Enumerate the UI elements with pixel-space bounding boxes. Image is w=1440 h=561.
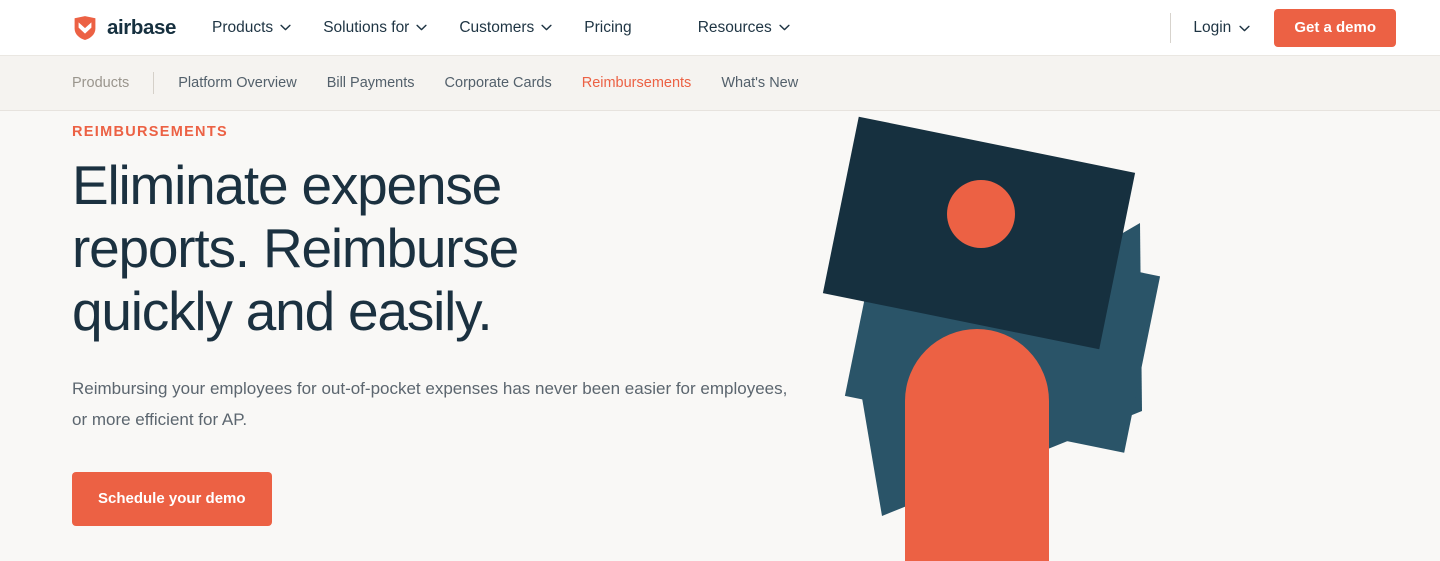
- subnav-link-list: Platform Overview Bill Payments Corporat…: [178, 75, 798, 91]
- nav-item-pricing[interactable]: Pricing: [584, 13, 631, 43]
- hero-subtitle: Reimbursing your employees for out-of-po…: [72, 379, 788, 429]
- subnav-divider: [153, 72, 155, 94]
- top-navigation-bar: airbase Products Solutions for Customers…: [0, 0, 1440, 56]
- nav-item-customers[interactable]: Customers: [459, 13, 552, 43]
- chevron-down-icon: [416, 24, 427, 31]
- nav-item-label: Solutions for: [323, 18, 410, 36]
- subnav-link-platform-overview[interactable]: Platform Overview: [178, 75, 296, 91]
- chevron-down-icon: [779, 24, 790, 31]
- subnav-section-label: Products: [72, 75, 130, 91]
- nav-item-label: Resources: [697, 18, 772, 36]
- orange-arch: [905, 329, 1049, 561]
- brand-name: airbase: [107, 15, 177, 39]
- get-a-demo-button[interactable]: Get a demo: [1274, 9, 1396, 47]
- login-label: Login: [1193, 19, 1232, 36]
- subnav-link-bill-payments[interactable]: Bill Payments: [327, 75, 415, 91]
- nav-item-solutions-for[interactable]: Solutions for: [323, 13, 427, 43]
- nav-item-resources[interactable]: Resources: [698, 13, 790, 43]
- brand-logo-link[interactable]: airbase: [72, 15, 176, 41]
- chevron-down-icon: [280, 24, 291, 31]
- subnav-link-reimbursements[interactable]: Reimbursements: [582, 75, 692, 91]
- primary-nav-list: Products Solutions for Customers Pricing…: [212, 13, 790, 43]
- schedule-your-demo-button[interactable]: Schedule your demo: [72, 472, 272, 526]
- page-title: Eliminate expense reports. Reimburse qui…: [72, 154, 519, 342]
- hero-section: REIMBURSEMENTS Eliminate expense reports…: [0, 111, 1440, 561]
- hero-eyebrow: REIMBURSEMENTS: [72, 124, 228, 140]
- nav-item-products[interactable]: Products: [212, 13, 291, 43]
- subnav-link-whats-new[interactable]: What's New: [721, 75, 798, 91]
- nav-right-group: Login Get a demo: [1170, 0, 1396, 56]
- secondary-navigation-bar: Products Platform Overview Bill Payments…: [0, 56, 1440, 111]
- nav-vertical-divider: [1170, 13, 1172, 43]
- nav-item-label: Pricing: [584, 18, 632, 36]
- login-menu[interactable]: Login: [1193, 19, 1250, 37]
- abstract-cards-illustration: [820, 111, 1440, 561]
- chevron-down-icon: [1239, 25, 1250, 32]
- hero-copy-block: REIMBURSEMENTS Eliminate expense reports…: [72, 124, 802, 526]
- subnav-link-corporate-cards[interactable]: Corporate Cards: [445, 75, 552, 91]
- chevron-down-icon: [541, 24, 552, 31]
- orange-circle: [947, 180, 1015, 248]
- airbase-chevron-shield-icon: [72, 15, 98, 41]
- nav-item-label: Customers: [459, 18, 535, 36]
- nav-item-label: Products: [212, 18, 274, 36]
